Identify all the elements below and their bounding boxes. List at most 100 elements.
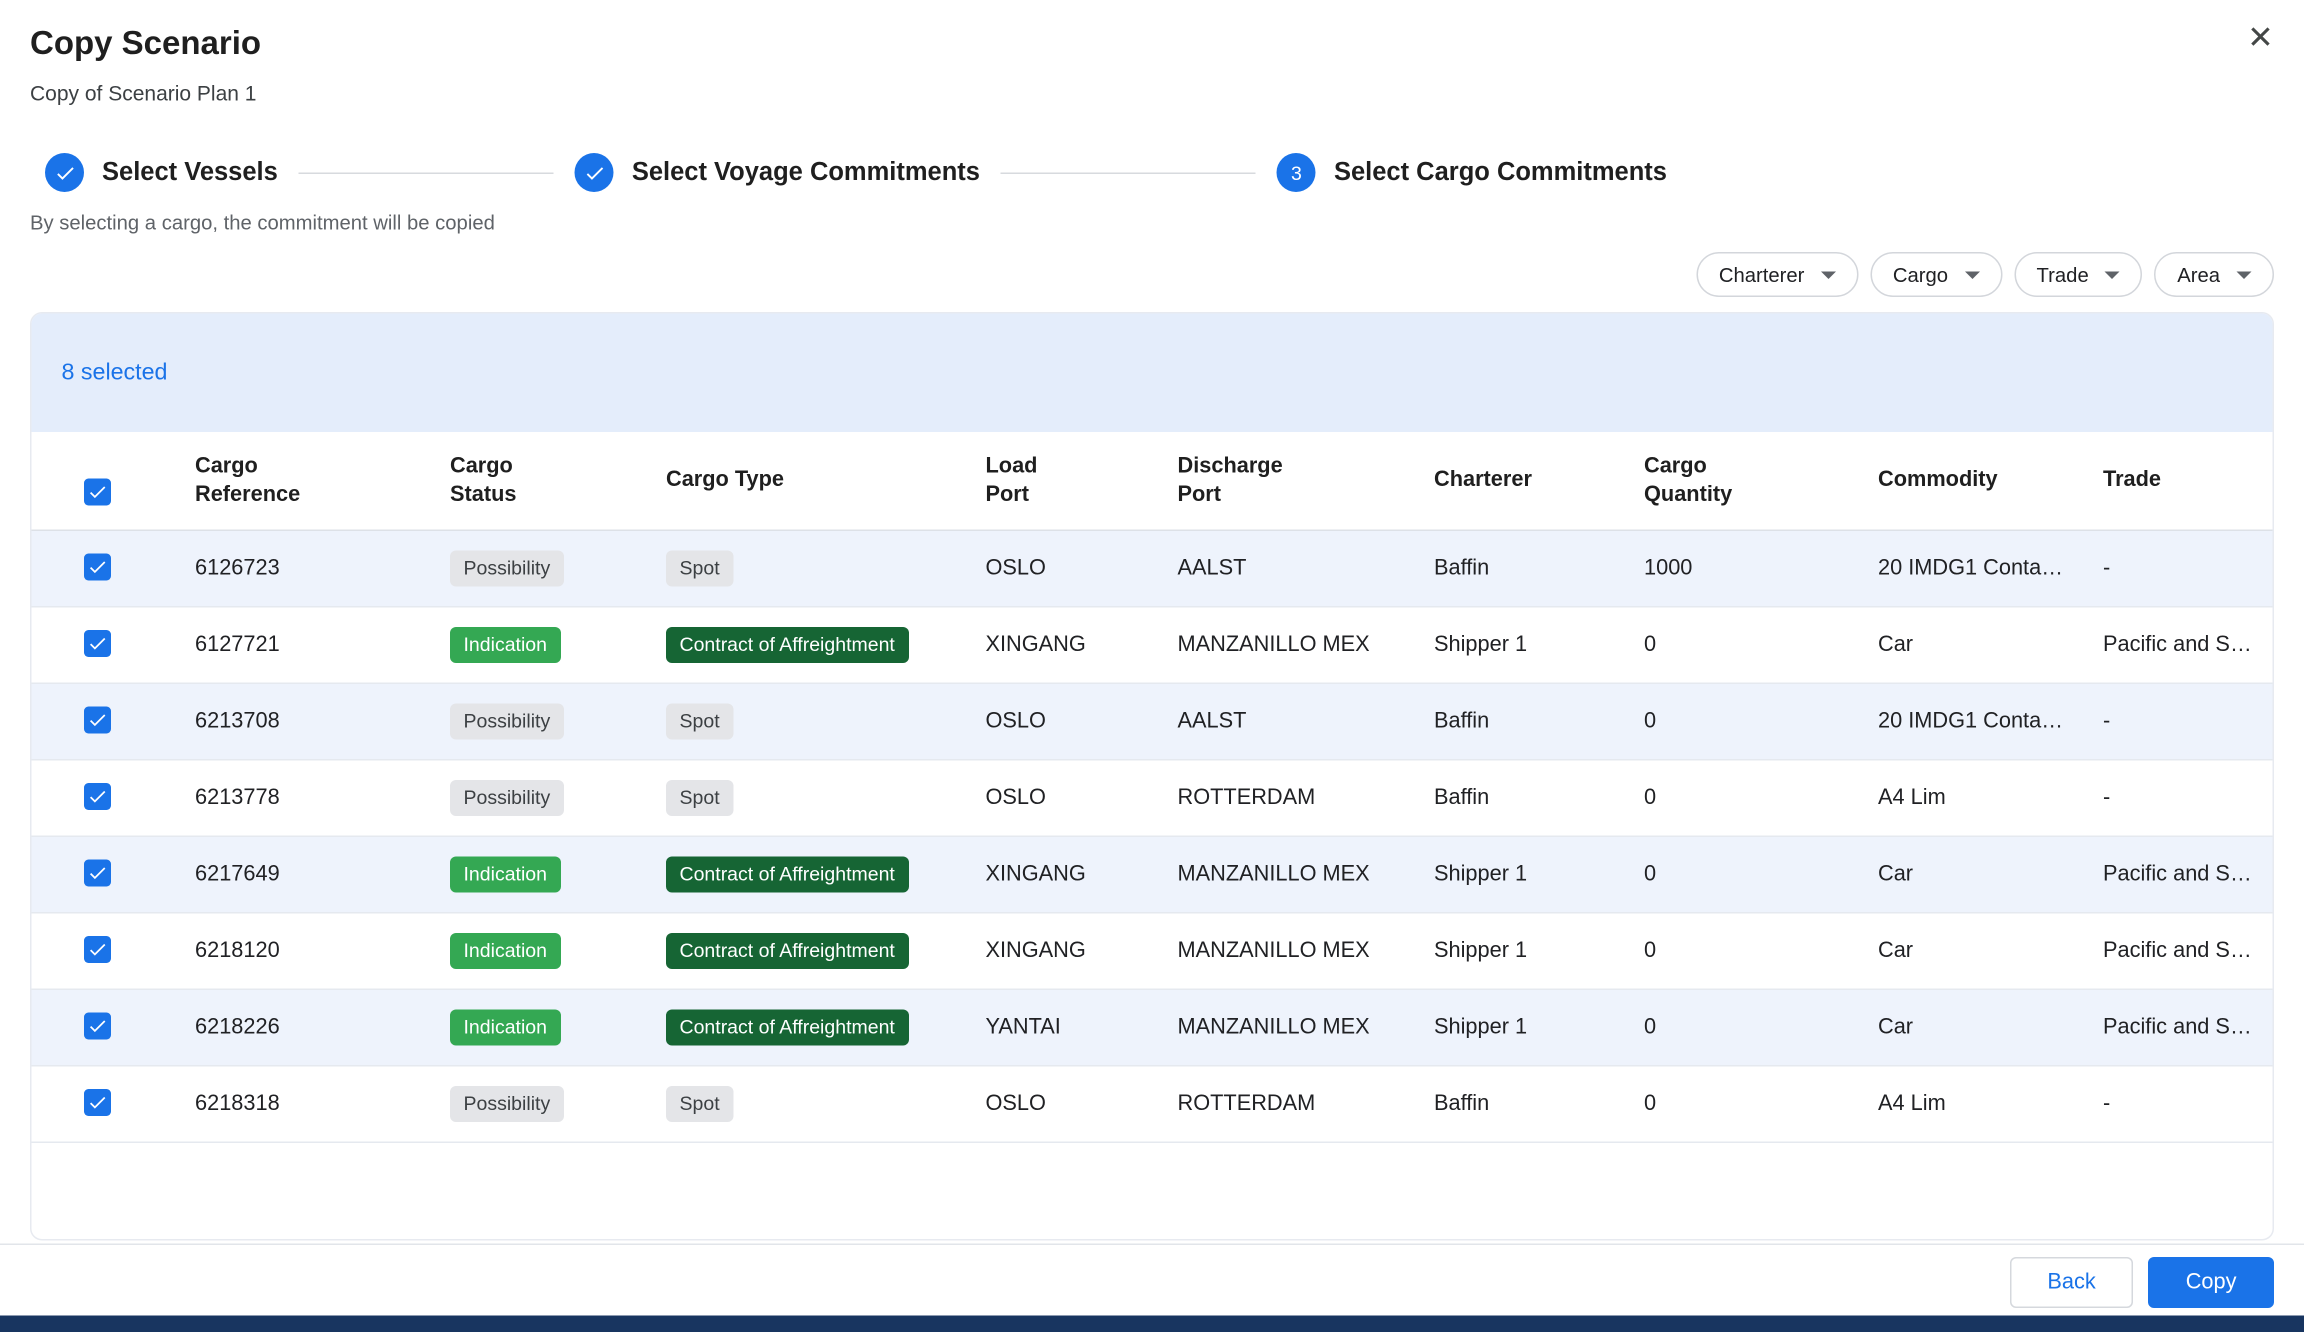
cargo-type-cell: Spot bbox=[666, 780, 986, 816]
trade-cell: Pacific and So… bbox=[2103, 939, 2273, 963]
filter-label: Charterer bbox=[1719, 263, 1805, 286]
cargo-status-badge: Indication bbox=[450, 933, 560, 969]
cargo-type-cell: Contract of Affreightment bbox=[666, 857, 986, 893]
table-row[interactable]: 6126723PossibilitySpotOSLOAALSTBaffin100… bbox=[32, 531, 2273, 608]
step-select-cargo-commitments[interactable]: 3 Select Cargo Commitments bbox=[1277, 153, 1667, 192]
charterer-cell: Baffin bbox=[1434, 786, 1644, 810]
cargo-commitments-panel: 8 selected Cargo Reference Cargo Status … bbox=[30, 312, 2274, 1241]
row-checkbox[interactable] bbox=[84, 860, 111, 887]
cargo-quantity-cell: 0 bbox=[1644, 786, 1878, 810]
stepper: Select Vessels Select Voyage Commitments… bbox=[30, 153, 2274, 192]
row-checkbox[interactable] bbox=[84, 554, 111, 581]
cargo-type-badge: Contract of Affreightment bbox=[666, 933, 908, 969]
commodity-cell: 20 IMDG1 Conta… bbox=[1878, 557, 2103, 581]
cargo-type-badge: Spot bbox=[666, 551, 733, 587]
row-select-cell bbox=[32, 554, 196, 584]
cargo-status-cell: Indication bbox=[450, 933, 666, 969]
filter-label: Trade bbox=[2037, 263, 2089, 286]
commodity-cell: A4 Lim bbox=[1878, 1092, 2103, 1116]
cargo-type-badge: Spot bbox=[666, 780, 733, 816]
cargo-status-badge: Possibility bbox=[450, 1086, 564, 1122]
cargo-type-cell: Spot bbox=[666, 1086, 986, 1122]
table-row[interactable]: 6213778PossibilitySpotOSLOROTTERDAMBaffi… bbox=[32, 761, 2273, 838]
filter-label: Area bbox=[2177, 263, 2220, 286]
cargo-quantity-cell: 0 bbox=[1644, 633, 1878, 657]
cargo-reference-cell: 6218226 bbox=[195, 1016, 450, 1040]
discharge-port-cell: AALST bbox=[1178, 710, 1435, 734]
copy-button[interactable]: Copy bbox=[2148, 1257, 2274, 1308]
trade-cell: Pacific and So… bbox=[2103, 633, 2273, 657]
check-icon bbox=[87, 786, 108, 807]
cargo-status-badge: Indication bbox=[450, 627, 560, 663]
step-select-vessels[interactable]: Select Vessels bbox=[45, 153, 278, 192]
check-icon bbox=[87, 482, 108, 503]
row-select-cell bbox=[32, 1013, 196, 1043]
column-header-commodity: Commodity bbox=[1878, 467, 2103, 496]
filter-bar: Charterer Cargo Trade Area bbox=[30, 252, 2274, 297]
cargo-type-cell: Contract of Affreightment bbox=[666, 1010, 986, 1046]
cargo-status-badge: Possibility bbox=[450, 780, 564, 816]
row-select-cell bbox=[32, 630, 196, 660]
discharge-port-cell: MANZANILLO MEX bbox=[1178, 863, 1435, 887]
table-row[interactable]: 6217649IndicationContract of Affreightme… bbox=[32, 837, 2273, 914]
commodity-cell: A4 Lim bbox=[1878, 786, 2103, 810]
row-select-cell bbox=[32, 707, 196, 737]
row-checkbox[interactable] bbox=[84, 783, 111, 810]
cargo-status-cell: Possibility bbox=[450, 780, 666, 816]
table-row[interactable]: 6218318PossibilitySpotOSLOROTTERDAMBaffi… bbox=[32, 1067, 2273, 1144]
cargo-type-badge: Contract of Affreightment bbox=[666, 627, 908, 663]
row-checkbox[interactable] bbox=[84, 1089, 111, 1116]
row-checkbox[interactable] bbox=[84, 707, 111, 734]
commodity-cell: Car bbox=[1878, 633, 2103, 657]
row-checkbox[interactable] bbox=[84, 630, 111, 657]
back-button[interactable]: Back bbox=[2010, 1257, 2133, 1308]
column-header-cargo-reference: Cargo Reference bbox=[195, 452, 450, 509]
cargo-reference-cell: 6218120 bbox=[195, 939, 450, 963]
table-row[interactable]: 6218120Indication Contract of Affreightme… bbox=[32, 914, 2273, 991]
filter-area-dropdown[interactable]: Area bbox=[2155, 252, 2274, 297]
charterer-cell: Baffin bbox=[1434, 710, 1644, 734]
discharge-port-cell: ROTTERDAM bbox=[1178, 786, 1435, 810]
filter-charterer-dropdown[interactable]: Charterer bbox=[1696, 252, 1858, 297]
charterer-cell: Shipper 1 bbox=[1434, 1016, 1644, 1040]
table-row[interactable]: 6127721IndicationContract of Affreightme… bbox=[32, 608, 2273, 685]
table-row[interactable]: 6218226IndicationContract of Affreightme… bbox=[32, 990, 2273, 1067]
column-header-discharge-port: Discharge Port bbox=[1178, 452, 1435, 509]
charterer-cell: Baffin bbox=[1434, 1092, 1644, 1116]
cargo-reference-cell: 6213778 bbox=[195, 786, 450, 810]
step-label: Select Voyage Commitments bbox=[632, 158, 980, 188]
close-button[interactable]: ✕ bbox=[2238, 15, 2283, 60]
load-port-cell: XINGANG bbox=[986, 939, 1178, 963]
step-completed-check-icon bbox=[575, 153, 614, 192]
filter-trade-dropdown[interactable]: Trade bbox=[2014, 252, 2143, 297]
close-icon: ✕ bbox=[2247, 19, 2273, 57]
discharge-port-cell: MANZANILLO MEX bbox=[1178, 633, 1435, 657]
step-select-voyage-commitments[interactable]: Select Voyage Commitments bbox=[575, 153, 980, 192]
table-row[interactable]: 6213708PossibilitySpotOSLOAALSTBaffin020… bbox=[32, 684, 2273, 761]
row-checkbox[interactable] bbox=[84, 936, 111, 963]
step-label: Select Cargo Commitments bbox=[1334, 158, 1667, 188]
row-checkbox[interactable] bbox=[84, 1013, 111, 1040]
step-completed-check-icon bbox=[45, 153, 84, 192]
commodity-cell: Car bbox=[1878, 939, 2103, 963]
trade-cell: - bbox=[2103, 710, 2273, 734]
filter-cargo-dropdown[interactable]: Cargo bbox=[1870, 252, 2002, 297]
check-icon bbox=[87, 710, 108, 731]
discharge-port-cell: AALST bbox=[1178, 557, 1435, 581]
column-header-cargo-type: Cargo Type bbox=[666, 467, 986, 496]
select-all-checkbox[interactable] bbox=[84, 479, 111, 506]
cargo-quantity-cell: 0 bbox=[1644, 710, 1878, 734]
step-connector bbox=[1001, 172, 1256, 174]
cargo-status-cell: Possibility bbox=[450, 551, 666, 587]
trade-cell: - bbox=[2103, 786, 2273, 810]
check-icon bbox=[87, 1092, 108, 1113]
row-select-cell bbox=[32, 1089, 196, 1119]
cargo-status-badge: Possibility bbox=[450, 704, 564, 740]
charterer-cell: Shipper 1 bbox=[1434, 863, 1644, 887]
trade-cell: - bbox=[2103, 1092, 2273, 1116]
load-port-cell: OSLO bbox=[986, 1092, 1178, 1116]
load-port-cell: OSLO bbox=[986, 557, 1178, 581]
cargo-type-cell: Contract of Affreightment bbox=[666, 627, 986, 663]
cargo-status-cell: Possibility bbox=[450, 1086, 666, 1122]
load-port-cell: OSLO bbox=[986, 710, 1178, 734]
